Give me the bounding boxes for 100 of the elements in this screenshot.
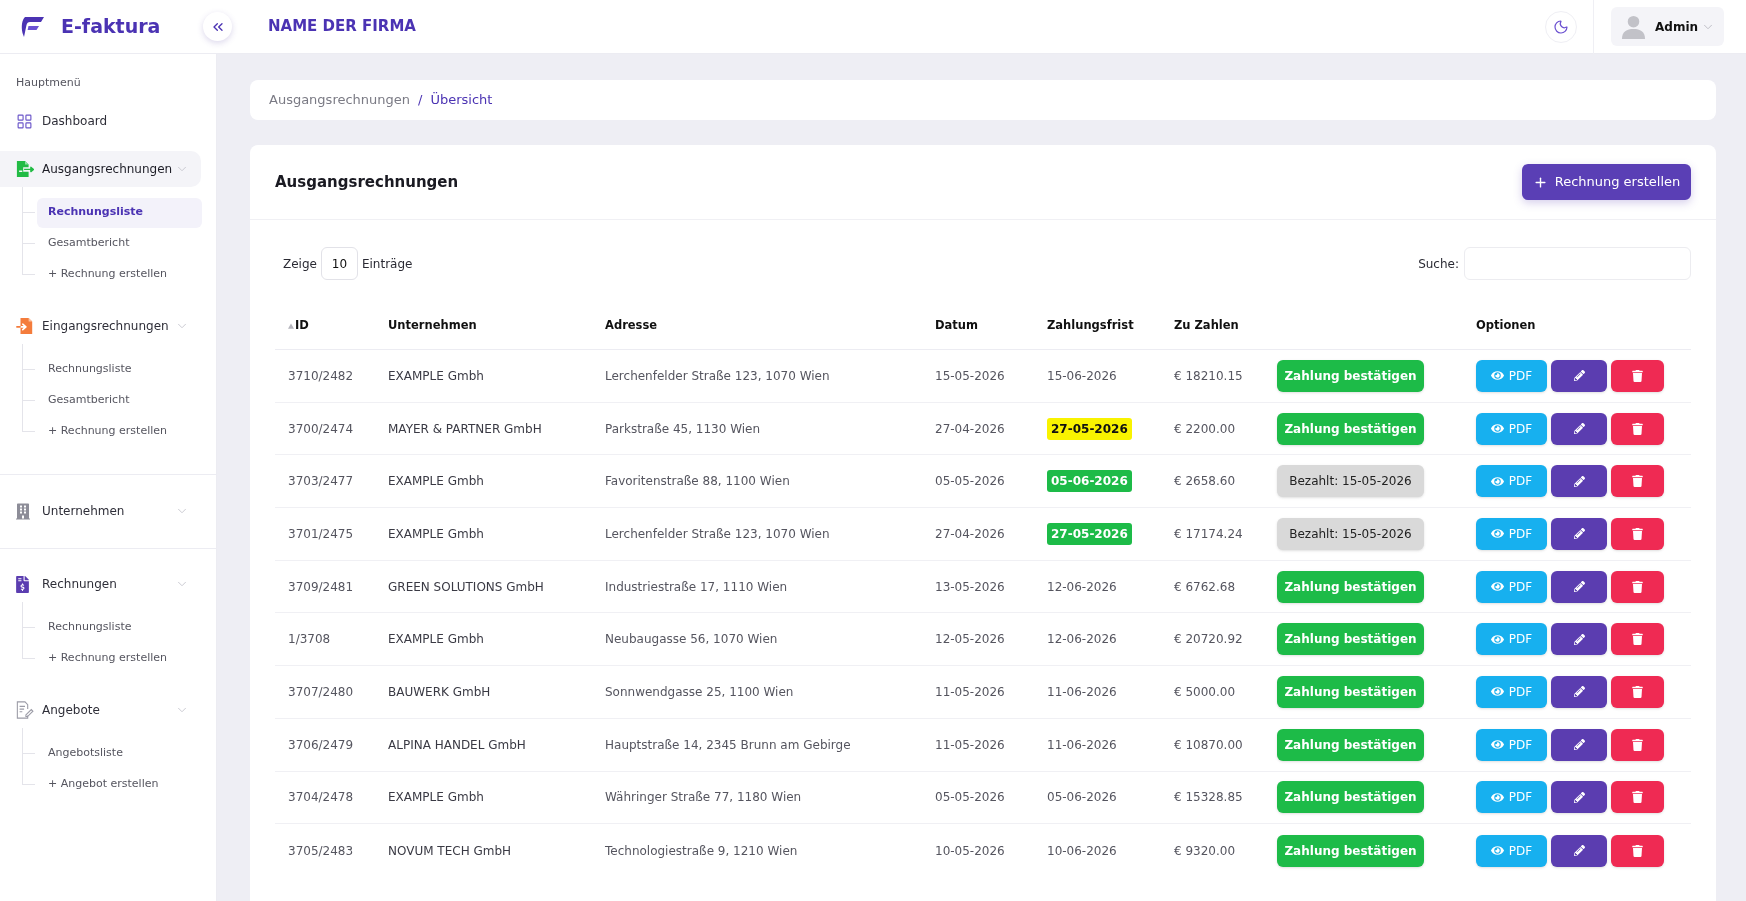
entries-label: Einträge bbox=[361, 255, 413, 273]
sidebar-item[interactable]: Ausgangsrechnungen bbox=[0, 151, 201, 187]
edit-button[interactable] bbox=[1551, 465, 1607, 498]
submenu-item[interactable]: + Rechnung erstellen bbox=[37, 643, 202, 674]
trash-icon bbox=[1632, 422, 1643, 435]
edit-button[interactable] bbox=[1551, 675, 1607, 708]
file-arrow-icon bbox=[16, 160, 34, 178]
submenu-item[interactable]: + Angebot erstellen bbox=[37, 769, 202, 800]
edit-button[interactable] bbox=[1551, 359, 1607, 392]
entries-select[interactable]: 10 bbox=[320, 247, 358, 280]
invoice-date: 05-05-2026 bbox=[935, 789, 1005, 807]
delete-button[interactable] bbox=[1611, 570, 1664, 603]
invoice-id: 3704/2478 bbox=[288, 789, 354, 807]
amount-due: € 2658.60 bbox=[1174, 473, 1236, 491]
amount-due: € 15328.85 bbox=[1174, 789, 1243, 807]
column-header[interactable]: Adresse bbox=[605, 317, 658, 335]
edit-button[interactable] bbox=[1551, 623, 1607, 656]
sidebar-item[interactable]: Angebote bbox=[0, 692, 201, 728]
submenu-item[interactable]: + Rechnung erstellen bbox=[37, 259, 202, 290]
trash-icon bbox=[1632, 527, 1643, 540]
due-date: 12-06-2026 bbox=[1047, 578, 1117, 596]
moon-icon bbox=[1553, 18, 1569, 35]
address-text: Währinger Straße 77, 1180 Wien bbox=[605, 789, 802, 807]
building-icon bbox=[16, 502, 30, 520]
breadcrumb-link[interactable]: Ausgangsrechnungen bbox=[269, 90, 411, 110]
delete-button[interactable] bbox=[1611, 623, 1664, 656]
amount-due: € 6762.68 bbox=[1174, 578, 1236, 596]
column-header[interactable]: Zahlungsfrist bbox=[1047, 317, 1134, 335]
edit-button[interactable] bbox=[1551, 834, 1607, 867]
sidebar-item[interactable]: Rechnungen bbox=[0, 566, 201, 602]
edit-button[interactable] bbox=[1551, 570, 1607, 603]
delete-button[interactable] bbox=[1611, 675, 1664, 708]
submenu-item[interactable]: Gesamtbericht bbox=[37, 228, 202, 259]
pencil-icon bbox=[1573, 475, 1585, 487]
column-header[interactable]: ID bbox=[288, 317, 309, 335]
pencil-icon bbox=[1573, 791, 1585, 803]
submenu-item[interactable]: Angebotsliste bbox=[37, 738, 202, 769]
address-text: Industriestraße 17, 1110 Wien bbox=[605, 578, 788, 596]
invoice-id: 3710/2482 bbox=[288, 367, 354, 385]
trash-icon bbox=[1632, 475, 1643, 488]
edit-button[interactable] bbox=[1551, 781, 1607, 814]
amount-due: € 5000.00 bbox=[1174, 683, 1236, 701]
edit-button[interactable] bbox=[1551, 728, 1607, 761]
search-label: Suche: bbox=[1418, 255, 1459, 273]
eye-icon bbox=[1490, 474, 1504, 488]
delete-button[interactable] bbox=[1611, 834, 1664, 867]
pencil-icon bbox=[1573, 370, 1585, 382]
create-invoice-button[interactable]: Rechnung erstellen bbox=[1522, 164, 1691, 200]
delete-button[interactable] bbox=[1611, 728, 1664, 761]
company-name: GREEN SOLUTIONS GmbH bbox=[388, 578, 544, 596]
address-text: Favoritenstraße 88, 1100 Wien bbox=[605, 473, 790, 491]
column-header[interactable]: Datum bbox=[935, 317, 978, 335]
trash-icon bbox=[1632, 791, 1643, 804]
submenu-item[interactable]: Rechnungsliste bbox=[37, 354, 202, 385]
submenu-item[interactable]: + Rechnung erstellen bbox=[37, 416, 202, 447]
amount-due: € 9320.00 bbox=[1174, 842, 1236, 860]
submenu-item[interactable]: Rechnungsliste bbox=[37, 612, 202, 643]
amount-due: € 20720.92 bbox=[1174, 631, 1243, 649]
pencil-icon bbox=[1573, 528, 1585, 540]
app-logo-text: E-faktura bbox=[61, 14, 161, 40]
address-text: Technologiestraße 9, 1210 Wien bbox=[605, 842, 798, 860]
delete-button[interactable] bbox=[1611, 465, 1664, 498]
amount-due: € 2200.00 bbox=[1174, 420, 1236, 438]
trash-icon bbox=[1632, 580, 1643, 593]
delete-button[interactable] bbox=[1611, 412, 1664, 445]
company-name: EXAMPLE Gmbh bbox=[388, 631, 484, 649]
sidebar-item[interactable]: Unternehmen bbox=[0, 493, 201, 529]
eye-icon bbox=[1490, 685, 1504, 699]
delete-button[interactable] bbox=[1611, 781, 1664, 814]
invoice-date: 27-04-2026 bbox=[935, 525, 1005, 543]
company-name: NOVUM TECH GmbH bbox=[388, 842, 512, 860]
company-title: NAME DER FIRMA bbox=[268, 16, 416, 38]
trash-icon bbox=[1632, 844, 1643, 857]
edit-button[interactable] bbox=[1551, 412, 1607, 445]
invoice-id: 3709/2481 bbox=[288, 578, 354, 596]
invoice-date: 12-05-2026 bbox=[935, 631, 1005, 649]
address-text: Lerchenfelder Straße 123, 1070 Wien bbox=[605, 525, 830, 543]
address-text: Parkstraße 45, 1130 Wien bbox=[605, 420, 761, 438]
column-header[interactable]: Unternehmen bbox=[388, 317, 477, 335]
user-avatar-icon bbox=[1621, 14, 1646, 39]
eye-icon bbox=[1490, 632, 1504, 646]
invoice-id: 1/3708 bbox=[288, 631, 331, 649]
delete-button[interactable] bbox=[1611, 517, 1664, 550]
breadcrumb-link[interactable]: Übersicht bbox=[430, 90, 493, 110]
pencil-icon bbox=[1573, 739, 1585, 751]
due-date: 15-06-2026 bbox=[1047, 367, 1117, 385]
trash-icon bbox=[1632, 738, 1643, 751]
sidebar-item[interactable]: Dashboard bbox=[0, 103, 201, 139]
address-text: Hauptstraße 14, 2345 Brunn am Gebirge bbox=[605, 736, 851, 754]
column-header[interactable]: Optionen bbox=[1476, 317, 1536, 335]
edit-button[interactable] bbox=[1551, 517, 1607, 550]
pencil-icon bbox=[1573, 686, 1585, 698]
pencil-icon bbox=[1573, 581, 1585, 593]
submenu-item[interactable]: Rechnungsliste bbox=[37, 197, 202, 228]
invoice-dollar-icon bbox=[16, 575, 29, 593]
column-header[interactable]: Zu Zahlen bbox=[1174, 317, 1239, 335]
sidebar-item[interactable]: Eingangsrechnungen bbox=[0, 308, 201, 344]
delete-button[interactable] bbox=[1611, 359, 1664, 392]
user-menu-button[interactable]: Admin bbox=[1611, 7, 1724, 46]
submenu-item[interactable]: Gesamtbericht bbox=[37, 385, 202, 416]
